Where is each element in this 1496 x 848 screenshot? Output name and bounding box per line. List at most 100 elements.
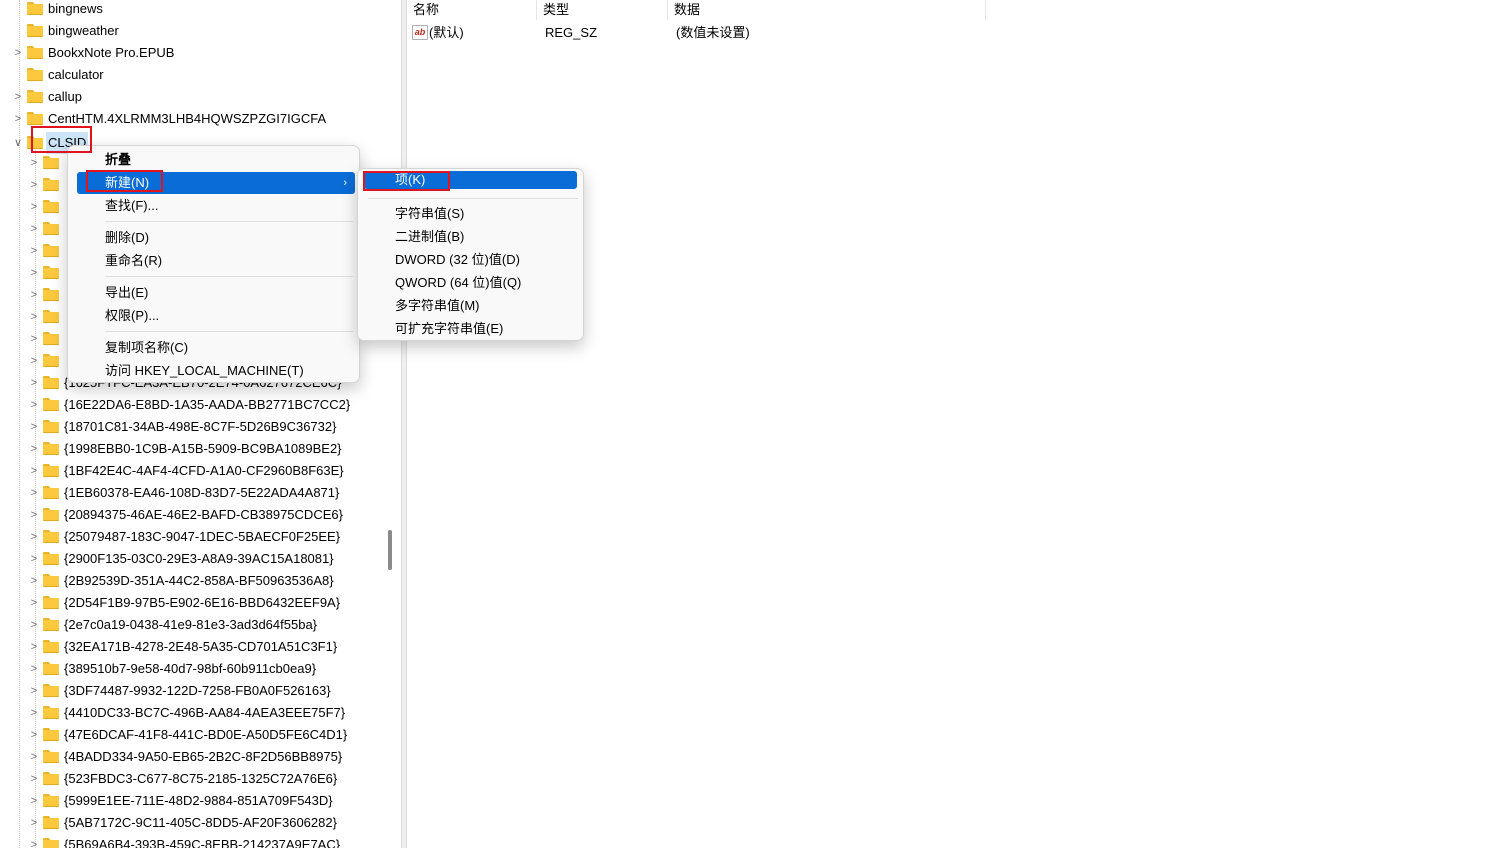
expand-chevron-icon[interactable]: > — [28, 482, 40, 504]
folder-icon — [43, 222, 59, 235]
tree-item[interactable]: > {2B92539D-351A-44C2-858A-BF50963536A8} — [0, 570, 381, 592]
tree-item-label: BookxNote Pro.EPUB — [48, 45, 175, 60]
tree-item[interactable]: calculator — [0, 64, 381, 86]
folder-icon — [43, 706, 59, 719]
expand-chevron-icon[interactable]: > — [12, 108, 24, 130]
tree-item-label: {5B69A6B4-393B-459C-8EBB-214237A9E7AC} — [64, 837, 341, 848]
value-name: (默认) — [429, 25, 464, 40]
expand-chevron-icon[interactable]: > — [28, 460, 40, 482]
expand-chevron-icon[interactable]: > — [28, 614, 40, 636]
tree-item[interactable]: > {2D54F1B9-97B5-E902-6E16-BBD6432EEF9A} — [0, 592, 381, 614]
folder-icon — [43, 772, 59, 785]
column-header-type[interactable]: 类型 — [537, 0, 668, 20]
tree-item[interactable]: > {1EB60378-EA46-108D-83D7-5E22ADA4A871} — [0, 482, 381, 504]
expand-chevron-icon[interactable]: > — [28, 350, 40, 372]
expand-chevron-icon[interactable]: > — [28, 438, 40, 460]
submenu-item-multi-string-value[interactable]: 多字符串值(M) — [395, 295, 480, 317]
folder-icon — [43, 640, 59, 653]
folder-icon — [43, 244, 59, 257]
expand-chevron-icon[interactable]: > — [28, 372, 40, 394]
tree-item-label: {5AB7172C-9C11-405C-8DD5-AF20F3606282} — [64, 815, 337, 830]
expand-chevron-icon[interactable]: > — [28, 328, 40, 350]
expand-chevron-icon[interactable]: > — [28, 834, 40, 848]
expand-chevron-icon[interactable]: > — [28, 394, 40, 416]
tree-item-label: {1998EBB0-1C9B-A15B-5909-BC9BA1089BE2} — [64, 441, 342, 456]
tree-item[interactable]: > {2900F135-03C0-29E3-A8A9-39AC15A18081} — [0, 548, 381, 570]
folder-icon — [27, 112, 43, 125]
expand-chevron-icon[interactable]: > — [12, 42, 24, 64]
submenu-arrow-icon: › — [343, 177, 347, 189]
menu-item-rename[interactable]: 重命名(R) — [105, 250, 162, 272]
folder-icon — [43, 486, 59, 499]
collapse-chevron-icon[interactable]: ∨ — [12, 132, 24, 154]
menu-item-delete[interactable]: 删除(D) — [105, 227, 149, 249]
expand-chevron-icon[interactable]: > — [28, 658, 40, 680]
tree-item-label: {18701C81-34AB-498E-8C7F-5D26B9C36732} — [64, 419, 337, 434]
tree-item[interactable]: > {47E6DCAF-41F8-441C-BD0E-A50D5FE6C4D1} — [0, 724, 381, 746]
column-header-name[interactable]: 名称 — [407, 0, 537, 20]
tree-scrollbar[interactable] — [381, 0, 401, 848]
submenu-item-dword-value[interactable]: DWORD (32 位)值(D) — [395, 249, 520, 271]
expand-chevron-icon[interactable]: > — [28, 526, 40, 548]
folder-icon — [43, 200, 59, 213]
expand-chevron-icon[interactable]: > — [28, 416, 40, 438]
expand-chevron-icon[interactable]: > — [28, 218, 40, 240]
menu-item-collapse[interactable]: 折叠 — [105, 149, 131, 171]
tree-item[interactable]: > BookxNote Pro.EPUB — [0, 42, 381, 64]
tree-item[interactable]: > {16E22DA6-E8BD-1A35-AADA-BB2771BC7CC2} — [0, 394, 381, 416]
expand-chevron-icon[interactable]: > — [28, 152, 40, 174]
expand-chevron-icon[interactable]: > — [28, 548, 40, 570]
tree-item[interactable]: > {25079487-183C-9047-1DEC-5BAECF0F25EE} — [0, 526, 381, 548]
expand-chevron-icon[interactable]: > — [12, 86, 24, 108]
tree-item[interactable]: > {523FBDC3-C677-8C75-2185-1325C72A76E6} — [0, 768, 381, 790]
tree-item[interactable]: > {5999E1EE-711E-48D2-9884-851A709F543D} — [0, 790, 381, 812]
menu-item-permissions[interactable]: 权限(P)... — [105, 305, 159, 327]
menu-item-visit-hklm[interactable]: 访问 HKEY_LOCAL_MACHINE(T) — [105, 360, 304, 382]
tree-item[interactable]: > callup — [0, 86, 381, 108]
expand-chevron-icon[interactable]: > — [28, 174, 40, 196]
expand-chevron-icon[interactable]: > — [28, 746, 40, 768]
tree-item[interactable]: > {389510b7-9e58-40d7-98bf-60b911cb0ea9} — [0, 658, 381, 680]
expand-chevron-icon[interactable]: > — [28, 284, 40, 306]
menu-item-find[interactable]: 查找(F)... — [105, 195, 158, 217]
expand-chevron-icon[interactable]: > — [28, 196, 40, 218]
tree-item[interactable]: > {18701C81-34AB-498E-8C7F-5D26B9C36732} — [0, 416, 381, 438]
menu-item-export[interactable]: 导出(E) — [105, 282, 148, 304]
menu-item-copy-key-name[interactable]: 复制项名称(C) — [105, 337, 188, 359]
tree-item[interactable]: bingweather — [0, 20, 381, 42]
tree-scrollbar-thumb[interactable] — [388, 530, 392, 570]
tree-item[interactable]: > {5AB7172C-9C11-405C-8DD5-AF20F3606282} — [0, 812, 381, 834]
expand-chevron-icon[interactable]: > — [28, 262, 40, 284]
expand-chevron-icon[interactable]: > — [28, 240, 40, 262]
tree-item[interactable]: > {4BADD334-9A50-EB65-2B2C-8F2D56BB8975} — [0, 746, 381, 768]
column-header-data[interactable]: 数据 — [668, 0, 986, 20]
folder-icon — [43, 442, 59, 455]
expand-chevron-icon[interactable]: > — [28, 504, 40, 526]
tree-item[interactable]: bingnews — [0, 0, 381, 20]
tree-item[interactable]: > {1BF42E4C-4AF4-4CFD-A1A0-CF2960B8F63E} — [0, 460, 381, 482]
expand-chevron-icon[interactable]: > — [28, 570, 40, 592]
tree-item[interactable]: > {2e7c0a19-0438-41e9-81e3-3ad3d64f55ba} — [0, 614, 381, 636]
tree-item[interactable]: > {4410DC33-BC7C-496B-AA84-4AEA3EEE75F7} — [0, 702, 381, 724]
tree-item[interactable]: > {3DF74487-9932-122D-7258-FB0A0F526163} — [0, 680, 381, 702]
expand-chevron-icon[interactable]: > — [28, 702, 40, 724]
registry-values-pane[interactable]: 名称 类型 数据 ab (默认) REG_SZ (数值未设置) — [407, 0, 1496, 848]
submenu-item-qword-value[interactable]: QWORD (64 位)值(Q) — [395, 272, 521, 294]
submenu-item-expandable-string-value[interactable]: 可扩充字符串值(E) — [395, 318, 503, 340]
expand-chevron-icon[interactable]: > — [28, 724, 40, 746]
expand-chevron-icon[interactable]: > — [28, 680, 40, 702]
expand-chevron-icon[interactable]: > — [28, 306, 40, 328]
annotation-box-new — [86, 170, 163, 192]
tree-item[interactable]: > {1998EBB0-1C9B-A15B-5909-BC9BA1089BE2} — [0, 438, 381, 460]
expand-chevron-icon[interactable]: > — [28, 636, 40, 658]
value-data: (数值未设置) — [676, 25, 750, 40]
tree-item[interactable]: > {32EA171B-4278-2E48-5A35-CD701A51C3F1} — [0, 636, 381, 658]
expand-chevron-icon[interactable]: > — [28, 790, 40, 812]
tree-item[interactable]: > {5B69A6B4-393B-459C-8EBB-214237A9E7AC} — [0, 834, 381, 848]
submenu-item-string-value[interactable]: 字符串值(S) — [395, 203, 464, 225]
expand-chevron-icon[interactable]: > — [28, 812, 40, 834]
expand-chevron-icon[interactable]: > — [28, 592, 40, 614]
tree-item[interactable]: > {20894375-46AE-46E2-BAFD-CB38975CDCE6} — [0, 504, 381, 526]
submenu-item-binary-value[interactable]: 二进制值(B) — [395, 226, 464, 248]
expand-chevron-icon[interactable]: > — [28, 768, 40, 790]
